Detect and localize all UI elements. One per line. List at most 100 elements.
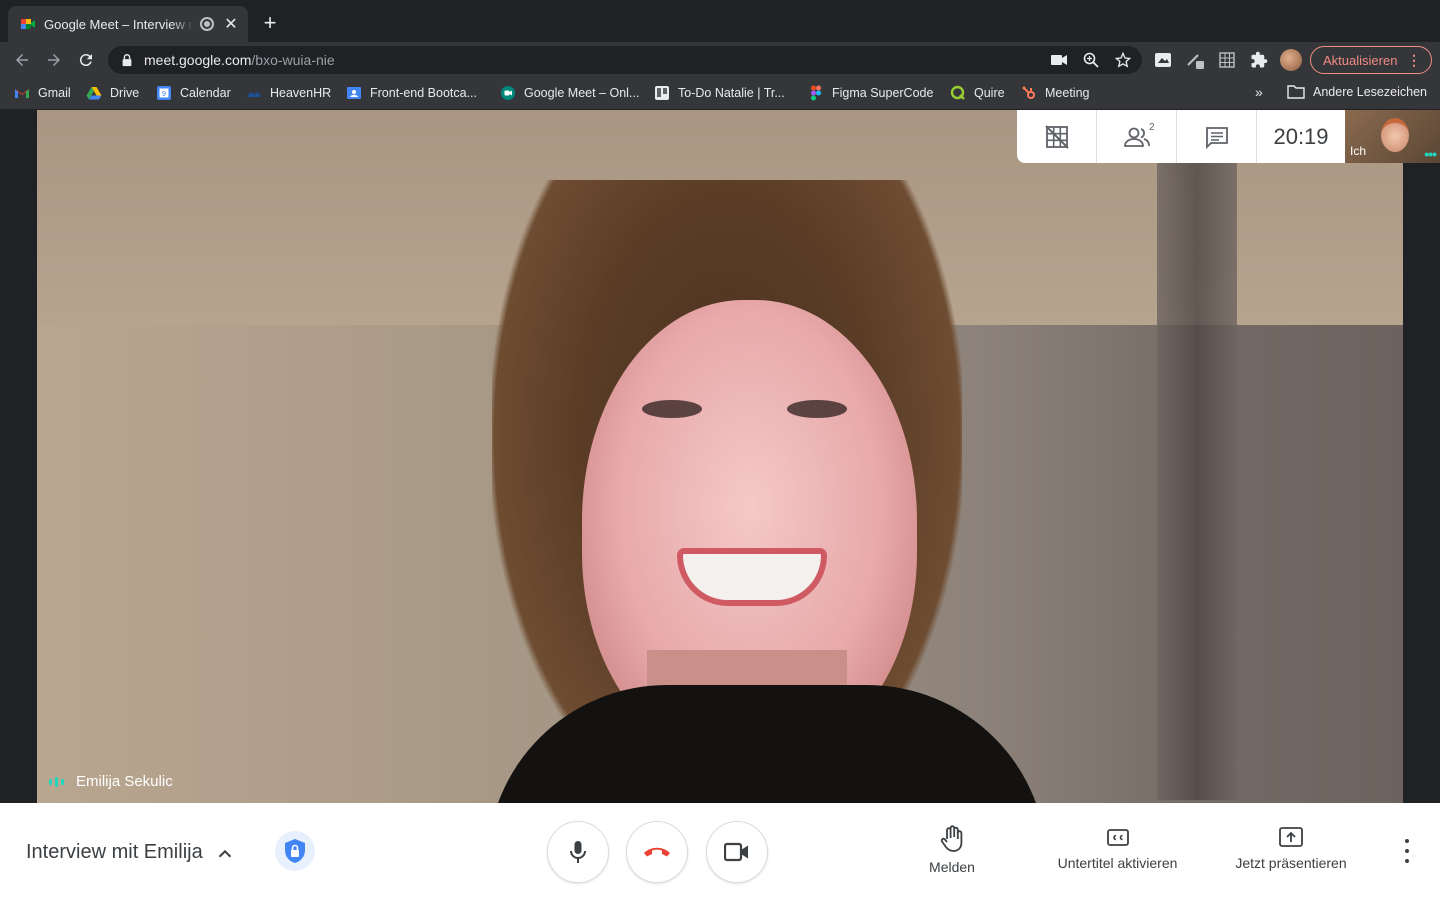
arrow-back-icon xyxy=(16,54,28,66)
self-view-face xyxy=(1381,118,1409,152)
chevron-up-icon[interactable] xyxy=(214,843,236,865)
bookmark-heavenhr[interactable]: HeavenHR xyxy=(246,85,331,101)
back-button[interactable] xyxy=(6,44,38,76)
camera-button[interactable] xyxy=(706,821,768,883)
layout-button[interactable] xyxy=(1017,110,1097,163)
bookmarks-overflow-button[interactable]: » xyxy=(1255,84,1263,100)
arrow-forward-icon xyxy=(48,54,60,66)
bookmark-star-icon[interactable] xyxy=(1114,50,1132,70)
url-host: meet.google.com xyxy=(144,52,252,68)
classroom-icon xyxy=(347,87,361,99)
extension-screenshot-icon[interactable] xyxy=(1152,48,1174,72)
self-view-more-icon[interactable]: ••• xyxy=(1424,146,1437,162)
meeting-title[interactable]: Interview mit Emilija xyxy=(26,841,203,864)
bookmark-label: To-Do Natalie | Tr... xyxy=(678,86,785,100)
meet-control-bar: Interview mit Emilija Melden Untertitel … xyxy=(0,803,1440,900)
captions-label: Untertitel aktivieren xyxy=(1057,855,1178,871)
browser-tab-meet[interactable]: Google Meet – Interview mit Emilija ✕ xyxy=(8,6,248,42)
url-path: /bxo-wuia-nie xyxy=(251,52,335,68)
chat-button[interactable] xyxy=(1177,110,1257,163)
meeting-info-panel: 2 20:19 xyxy=(1017,110,1345,163)
bookmark-label: Quire xyxy=(974,86,1005,100)
participant-eye xyxy=(642,400,702,418)
calendar-icon: 9 xyxy=(157,86,171,100)
shield-lock-icon xyxy=(285,839,305,863)
raise-hand-icon xyxy=(940,825,963,852)
bookmark-label: Gmail xyxy=(38,86,71,100)
video-curtain xyxy=(1157,150,1237,800)
hubspot-icon xyxy=(1022,86,1035,99)
leave-call-button[interactable] xyxy=(626,821,688,883)
update-button-label: Aktualisieren xyxy=(1323,52,1398,68)
clock-text: 20:19 xyxy=(1273,123,1329,149)
raise-hand-label: Melden xyxy=(929,859,975,875)
heavenhr-icon xyxy=(247,92,261,97)
folder-icon xyxy=(1287,85,1305,99)
bookmarks-bar: Gmail Drive 9 Calendar HeavenHR Front-en… xyxy=(0,78,1440,110)
svg-text:9: 9 xyxy=(162,91,166,98)
profile-avatar-icon xyxy=(1280,49,1302,71)
recording-indicator-icon xyxy=(200,17,214,31)
participant-smile xyxy=(677,548,827,606)
trello-icon xyxy=(655,86,669,100)
extension-grid-icon[interactable] xyxy=(1216,48,1238,72)
bookmark-calendar[interactable]: 9 Calendar xyxy=(156,85,231,101)
browser-toolbar: meet.google.com/bxo-wuia-nie Aktualisier… xyxy=(0,42,1440,78)
bookmark-label: Figma SuperCode xyxy=(832,86,934,100)
bookmark-label: Google Meet – Onl... xyxy=(524,86,640,100)
forward-button[interactable] xyxy=(38,44,70,76)
participants-button[interactable]: 2 xyxy=(1097,110,1177,163)
new-tab-button[interactable]: + xyxy=(258,11,282,35)
address-bar[interactable]: meet.google.com/bxo-wuia-nie xyxy=(108,46,1142,74)
bookmark-label: Front-end Bootca... xyxy=(370,86,478,100)
speaking-indicator-icon xyxy=(49,776,64,787)
participant-name-tag: Emilija Sekulic xyxy=(49,773,173,790)
reload-button[interactable] xyxy=(70,44,102,76)
browser-tab-strip: Google Meet – Interview mit Emilija ✕ + xyxy=(0,0,1440,42)
meeting-clock: 20:19 xyxy=(1257,110,1345,163)
lock-icon xyxy=(122,54,132,67)
self-view-label: Ich xyxy=(1350,144,1367,158)
tab-close-icon[interactable]: ✕ xyxy=(224,14,238,34)
bookmark-google-meet[interactable]: Google Meet – Onl... xyxy=(500,85,639,101)
meeting-safety-button[interactable] xyxy=(275,831,315,871)
bookmark-quire[interactable]: Quire xyxy=(950,85,1005,101)
bookmark-gmail[interactable]: Gmail xyxy=(14,85,71,101)
other-bookmarks-folder[interactable]: Andere Lesezeichen xyxy=(1287,85,1427,99)
bookmark-drive[interactable]: Drive xyxy=(86,85,139,101)
update-menu-icon: ⋮ xyxy=(1407,52,1421,68)
profile-avatar[interactable] xyxy=(1280,48,1302,72)
present-to-all-icon xyxy=(1279,827,1303,847)
participant-video-tile[interactable]: Emilija Sekulic xyxy=(37,110,1403,803)
bookmark-label: HeavenHR xyxy=(270,86,332,100)
meet-stage: Emilija Sekulic 2 20:19 Ich ••• xyxy=(0,110,1440,803)
more-options-icon[interactable] xyxy=(1396,839,1418,863)
bookmark-frontend-bootcamp[interactable]: Front-end Bootca... xyxy=(346,85,477,101)
camera-in-use-icon[interactable] xyxy=(1050,50,1068,70)
bookmark-figma-supercode[interactable]: Figma SuperCode xyxy=(808,85,933,101)
update-button[interactable]: Aktualisieren ⋮ xyxy=(1310,46,1432,74)
bookmark-label: Drive xyxy=(110,86,140,100)
bookmark-todo-natalie[interactable]: To-Do Natalie | Tr... xyxy=(654,85,785,101)
drive-icon xyxy=(86,87,102,100)
reload-icon xyxy=(79,54,92,67)
grid-off-icon xyxy=(1044,124,1069,149)
other-bookmarks-label: Andere Lesezeichen xyxy=(1313,85,1427,99)
closed-captions-icon xyxy=(1106,829,1129,846)
bookmark-label: Meeting xyxy=(1045,86,1090,100)
quire-icon xyxy=(950,85,965,100)
zoom-icon[interactable] xyxy=(1082,50,1100,70)
chat-icon xyxy=(1205,126,1228,149)
extension-pen-icon[interactable] xyxy=(1184,48,1206,72)
videocam-icon xyxy=(724,842,748,862)
self-view-tile[interactable]: Ich ••• xyxy=(1345,110,1440,163)
extensions-puzzle-icon[interactable] xyxy=(1248,48,1270,72)
bookmark-meeting[interactable]: Meeting xyxy=(1021,85,1089,101)
participant-name: Emilija Sekulic xyxy=(76,773,173,790)
captions-button[interactable]: Untertitel aktivieren xyxy=(1040,825,1195,871)
raise-hand-button[interactable]: Melden xyxy=(912,825,992,875)
microphone-button[interactable] xyxy=(547,821,609,883)
present-now-label: Jetzt präsentieren xyxy=(1235,855,1347,871)
present-now-button[interactable]: Jetzt präsentieren xyxy=(1223,825,1359,871)
participant-eye xyxy=(787,400,847,418)
